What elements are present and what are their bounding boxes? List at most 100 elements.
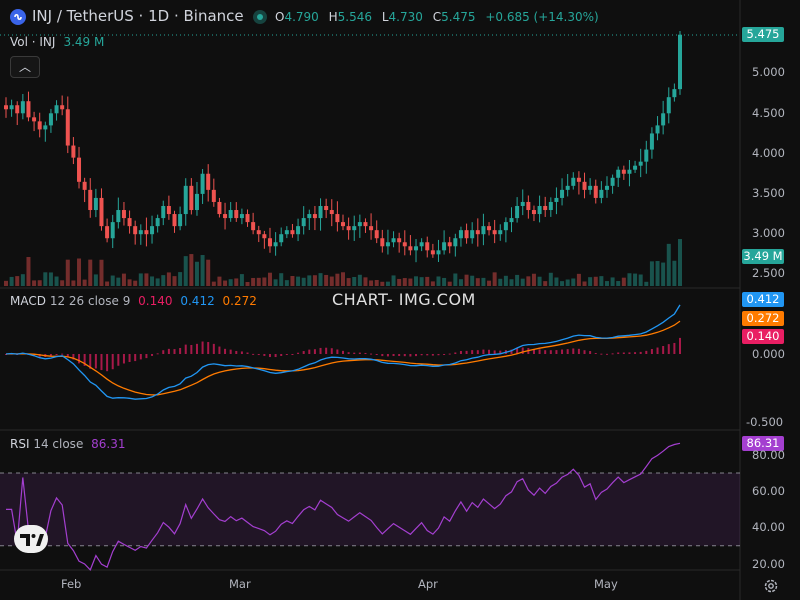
tradingview-logo-icon[interactable]: [14, 525, 48, 553]
chart-settings-button[interactable]: [762, 577, 780, 595]
volume-bar: [548, 272, 553, 286]
candle: [127, 218, 132, 227]
candle: [402, 242, 407, 247]
macd-histogram-bar: [106, 354, 109, 372]
candle: [470, 230, 475, 239]
volume-bar: [189, 254, 194, 286]
macd-histogram-bar: [415, 354, 418, 357]
candle: [256, 230, 261, 235]
volume-bar: [380, 281, 385, 286]
volume-bar: [138, 273, 143, 286]
candle: [369, 226, 374, 231]
volume-bar: [458, 279, 463, 286]
macd-histogram-bar: [577, 348, 580, 354]
volume-bar: [515, 274, 520, 286]
collapse-legend-button[interactable]: ︿: [10, 56, 40, 78]
macd-histogram-bar: [184, 344, 187, 354]
volume-bar: [37, 280, 42, 286]
volume-bar: [374, 279, 379, 286]
injective-logo-icon: [10, 9, 26, 25]
volume-bar: [537, 276, 542, 286]
macd-histogram-bar: [488, 349, 491, 354]
candle: [77, 157, 82, 182]
macd-histogram-bar: [195, 343, 198, 354]
candle: [105, 226, 110, 239]
volume-bar: [531, 273, 536, 286]
volume-bar: [296, 276, 301, 286]
volume-bar: [526, 276, 531, 286]
macd-histogram-bar: [370, 353, 373, 355]
candle: [239, 214, 244, 219]
volume-bar: [15, 276, 20, 286]
macd-histogram-bar: [319, 347, 322, 354]
candle: [593, 185, 598, 198]
candle: [99, 197, 104, 227]
macd-histogram-bar: [650, 349, 653, 354]
watermark: CHART- IMG.COM: [332, 290, 476, 309]
volume-bar: [363, 277, 368, 286]
macd-tick: 0.000: [752, 347, 785, 361]
volume-bar: [245, 281, 250, 286]
ohlc-readout: O4.790 H5.546 L4.730 C5.475 +0.685 (+14.…: [275, 10, 599, 24]
volume-bar: [155, 278, 160, 286]
macd-histogram-bar: [235, 350, 238, 354]
macd-histogram-bar: [325, 347, 328, 354]
macd-histogram-bar: [482, 349, 485, 354]
volume-bar: [256, 277, 261, 286]
macd-histogram-bar: [589, 351, 592, 354]
volume-bar: [133, 280, 138, 286]
candle: [65, 109, 70, 146]
macd-histogram-bar: [342, 350, 344, 354]
candle: [194, 193, 199, 211]
volume-bar: [217, 276, 222, 286]
candle: [571, 177, 576, 186]
candle: [672, 89, 677, 98]
macd-histogram-bar: [263, 354, 266, 356]
volume-bar: [565, 279, 570, 286]
macd-histogram-bar: [634, 352, 637, 354]
macd-histogram-bar: [218, 346, 221, 354]
macd-histogram-bar: [594, 353, 597, 355]
candle: [251, 222, 256, 231]
macd-histogram-bar: [639, 351, 642, 354]
macd-histogram-bar: [330, 348, 333, 354]
volume-bar: [307, 275, 312, 286]
macd-histogram-bar: [454, 352, 457, 354]
volume-bar: [554, 277, 559, 286]
macd-histogram-bar: [201, 341, 204, 354]
volume-bar: [649, 261, 654, 286]
macd-histogram-bar: [459, 350, 462, 354]
macd-histogram-bar: [111, 354, 114, 370]
volume-bar: [267, 272, 272, 286]
volume-bar: [621, 277, 626, 286]
volume-bar: [93, 274, 98, 286]
macd-histogram-bar: [364, 352, 367, 354]
candle: [610, 177, 615, 186]
macd-histogram-bar: [549, 350, 552, 354]
candle: [48, 113, 53, 126]
rsi-band: [0, 473, 740, 546]
macd-histogram-bar: [252, 353, 255, 355]
symbol-title[interactable]: INJ / TetherUS · 1D · Binance: [32, 7, 244, 25]
macd-histogram-bar: [605, 353, 608, 355]
candle: [15, 105, 20, 114]
macd-histogram-bar: [336, 349, 339, 354]
price-change: +0.685 (+14.30%): [485, 10, 599, 24]
candle: [189, 185, 194, 211]
time-tick: Mar: [229, 577, 251, 591]
candle: [565, 185, 570, 190]
candle: [346, 226, 351, 231]
rsi-legend: RSI 14 close 86.31: [10, 437, 126, 451]
macd-histogram-bar: [420, 354, 423, 356]
macd-histogram-bar: [274, 354, 277, 358]
volume-bar: [312, 275, 317, 286]
price-tick: 4.500: [752, 106, 785, 120]
volume-bar: [604, 281, 609, 286]
volume-bar: [672, 260, 677, 286]
candle: [436, 250, 441, 255]
macd-histogram-bar: [431, 354, 434, 356]
macd-histogram-bar: [285, 354, 288, 355]
candle: [357, 222, 362, 227]
volume-bar: [666, 243, 671, 286]
volume-bar: [633, 273, 638, 286]
